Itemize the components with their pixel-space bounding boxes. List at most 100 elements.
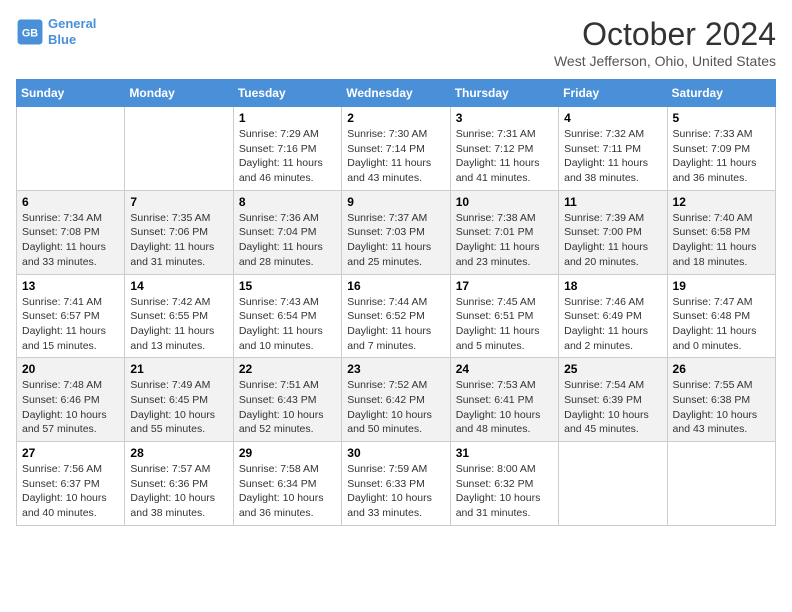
day-info: Sunrise: 8:00 AM Sunset: 6:32 PM Dayligh… <box>456 462 553 521</box>
day-number: 29 <box>239 446 336 460</box>
calendar-cell: 5 Sunrise: 7:33 AM Sunset: 7:09 PM Daylig… <box>667 107 775 191</box>
calendar-cell: 29 Sunrise: 7:58 AM Sunset: 6:34 PM Dayli… <box>233 442 341 526</box>
calendar-cell: 21 Sunrise: 7:49 AM Sunset: 6:45 PM Dayli… <box>125 358 233 442</box>
calendar-cell: 17Sunrise: 7:45 AM Sunset: 6:51 PM Dayli… <box>450 274 558 358</box>
day-info: Sunrise: 7:48 AM Sunset: 6:46 PM Dayligh… <box>22 378 119 437</box>
header-day-thursday: Thursday <box>450 80 558 107</box>
day-number: 22 <box>239 362 336 376</box>
day-number: 7 <box>130 195 227 209</box>
header-day-sunday: Sunday <box>17 80 125 107</box>
calendar-cell: 27Sunrise: 7:56 AM Sunset: 6:37 PM Dayli… <box>17 442 125 526</box>
day-info: Sunrise: 7:29 AM Sunset: 7:16 PM Dayligh… <box>239 127 336 186</box>
calendar-cell: 7 Sunrise: 7:35 AM Sunset: 7:06 PM Daylig… <box>125 190 233 274</box>
month-title: October 2024 <box>554 16 776 53</box>
calendar-cell <box>559 442 667 526</box>
day-number: 16 <box>347 279 444 293</box>
logo: GB General Blue <box>16 16 96 47</box>
header-day-wednesday: Wednesday <box>342 80 450 107</box>
day-number: 24 <box>456 362 553 376</box>
calendar-cell: 2Sunrise: 7:30 AM Sunset: 7:14 PM Daylig… <box>342 107 450 191</box>
day-number: 21 <box>130 362 227 376</box>
header-row: SundayMondayTuesdayWednesdayThursdayFrid… <box>17 80 776 107</box>
day-number: 14 <box>130 279 227 293</box>
location: West Jefferson, Ohio, United States <box>554 53 776 69</box>
day-number: 4 <box>564 111 661 125</box>
day-info: Sunrise: 7:55 AM Sunset: 6:38 PM Dayligh… <box>673 378 770 437</box>
day-info: Sunrise: 7:51 AM Sunset: 6:43 PM Dayligh… <box>239 378 336 437</box>
day-info: Sunrise: 7:46 AM Sunset: 6:49 PM Dayligh… <box>564 295 661 354</box>
day-info: Sunrise: 7:38 AM Sunset: 7:01 PM Dayligh… <box>456 211 553 270</box>
logo-icon: GB <box>16 18 44 46</box>
day-info: Sunrise: 7:35 AM Sunset: 7:06 PM Dayligh… <box>130 211 227 270</box>
day-number: 28 <box>130 446 227 460</box>
calendar-header: SundayMondayTuesdayWednesdayThursdayFrid… <box>17 80 776 107</box>
svg-text:GB: GB <box>22 27 38 39</box>
header-day-friday: Friday <box>559 80 667 107</box>
day-number: 8 <box>239 195 336 209</box>
day-info: Sunrise: 7:58 AM Sunset: 6:34 PM Dayligh… <box>239 462 336 521</box>
calendar-cell: 25Sunrise: 7:54 AM Sunset: 6:39 PM Dayli… <box>559 358 667 442</box>
day-info: Sunrise: 7:41 AM Sunset: 6:57 PM Dayligh… <box>22 295 119 354</box>
day-number: 27 <box>22 446 119 460</box>
calendar-cell: 14 Sunrise: 7:42 AM Sunset: 6:55 PM Dayli… <box>125 274 233 358</box>
day-number: 23 <box>347 362 444 376</box>
day-number: 5 <box>673 111 770 125</box>
day-number: 20 <box>22 362 119 376</box>
calendar-body: 1 Sunrise: 7:29 AM Sunset: 7:16 PM Daylig… <box>17 107 776 526</box>
day-info: Sunrise: 7:37 AM Sunset: 7:03 PM Dayligh… <box>347 211 444 270</box>
calendar-cell <box>667 442 775 526</box>
day-number: 15 <box>239 279 336 293</box>
calendar-cell: 22 Sunrise: 7:51 AM Sunset: 6:43 PM Dayli… <box>233 358 341 442</box>
calendar-cell: 1 Sunrise: 7:29 AM Sunset: 7:16 PM Daylig… <box>233 107 341 191</box>
calendar-cell: 28 Sunrise: 7:57 AM Sunset: 6:36 PM Dayli… <box>125 442 233 526</box>
day-info: Sunrise: 7:30 AM Sunset: 7:14 PM Dayligh… <box>347 127 444 186</box>
calendar-cell: 9 Sunrise: 7:37 AM Sunset: 7:03 PM Daylig… <box>342 190 450 274</box>
day-info: Sunrise: 7:42 AM Sunset: 6:55 PM Dayligh… <box>130 295 227 354</box>
calendar-cell <box>17 107 125 191</box>
day-info: Sunrise: 7:57 AM Sunset: 6:36 PM Dayligh… <box>130 462 227 521</box>
day-info: Sunrise: 7:54 AM Sunset: 6:39 PM Dayligh… <box>564 378 661 437</box>
day-info: Sunrise: 7:36 AM Sunset: 7:04 PM Dayligh… <box>239 211 336 270</box>
day-info: Sunrise: 7:39 AM Sunset: 7:00 PM Dayligh… <box>564 211 661 270</box>
calendar-cell: 13 Sunrise: 7:41 AM Sunset: 6:57 PM Dayli… <box>17 274 125 358</box>
day-number: 11 <box>564 195 661 209</box>
header-day-saturday: Saturday <box>667 80 775 107</box>
calendar-cell: 19 Sunrise: 7:47 AM Sunset: 6:48 PM Dayli… <box>667 274 775 358</box>
day-info: Sunrise: 7:40 AM Sunset: 6:58 PM Dayligh… <box>673 211 770 270</box>
calendar-cell: 11 Sunrise: 7:39 AM Sunset: 7:00 PM Dayli… <box>559 190 667 274</box>
week-row-3: 13 Sunrise: 7:41 AM Sunset: 6:57 PM Dayli… <box>17 274 776 358</box>
day-number: 12 <box>673 195 770 209</box>
day-info: Sunrise: 7:52 AM Sunset: 6:42 PM Dayligh… <box>347 378 444 437</box>
calendar-cell: 10Sunrise: 7:38 AM Sunset: 7:01 PM Dayli… <box>450 190 558 274</box>
day-number: 3 <box>456 111 553 125</box>
calendar-cell: 31Sunrise: 8:00 AM Sunset: 6:32 PM Dayli… <box>450 442 558 526</box>
day-number: 9 <box>347 195 444 209</box>
day-number: 13 <box>22 279 119 293</box>
day-number: 18 <box>564 279 661 293</box>
day-info: Sunrise: 7:34 AM Sunset: 7:08 PM Dayligh… <box>22 211 119 270</box>
day-number: 17 <box>456 279 553 293</box>
header-day-tuesday: Tuesday <box>233 80 341 107</box>
title-block: October 2024 West Jefferson, Ohio, Unite… <box>554 16 776 69</box>
week-row-4: 20 Sunrise: 7:48 AM Sunset: 6:46 PM Dayli… <box>17 358 776 442</box>
day-number: 6 <box>22 195 119 209</box>
logo-text: General Blue <box>48 16 96 47</box>
calendar-cell: 20 Sunrise: 7:48 AM Sunset: 6:46 PM Dayli… <box>17 358 125 442</box>
calendar-cell: 15Sunrise: 7:43 AM Sunset: 6:54 PM Dayli… <box>233 274 341 358</box>
calendar-cell: 30Sunrise: 7:59 AM Sunset: 6:33 PM Dayli… <box>342 442 450 526</box>
week-row-1: 1 Sunrise: 7:29 AM Sunset: 7:16 PM Daylig… <box>17 107 776 191</box>
calendar-cell: 8 Sunrise: 7:36 AM Sunset: 7:04 PM Daylig… <box>233 190 341 274</box>
day-number: 19 <box>673 279 770 293</box>
day-number: 26 <box>673 362 770 376</box>
day-info: Sunrise: 7:33 AM Sunset: 7:09 PM Dayligh… <box>673 127 770 186</box>
day-info: Sunrise: 7:47 AM Sunset: 6:48 PM Dayligh… <box>673 295 770 354</box>
day-number: 30 <box>347 446 444 460</box>
page-header: GB General Blue October 2024 West Jeffer… <box>16 16 776 69</box>
calendar-cell: 23 Sunrise: 7:52 AM Sunset: 6:42 PM Dayli… <box>342 358 450 442</box>
day-info: Sunrise: 7:44 AM Sunset: 6:52 PM Dayligh… <box>347 295 444 354</box>
calendar-table: SundayMondayTuesdayWednesdayThursdayFrid… <box>16 79 776 526</box>
day-info: Sunrise: 7:32 AM Sunset: 7:11 PM Dayligh… <box>564 127 661 186</box>
day-number: 1 <box>239 111 336 125</box>
day-info: Sunrise: 7:49 AM Sunset: 6:45 PM Dayligh… <box>130 378 227 437</box>
calendar-cell: 3Sunrise: 7:31 AM Sunset: 7:12 PM Daylig… <box>450 107 558 191</box>
